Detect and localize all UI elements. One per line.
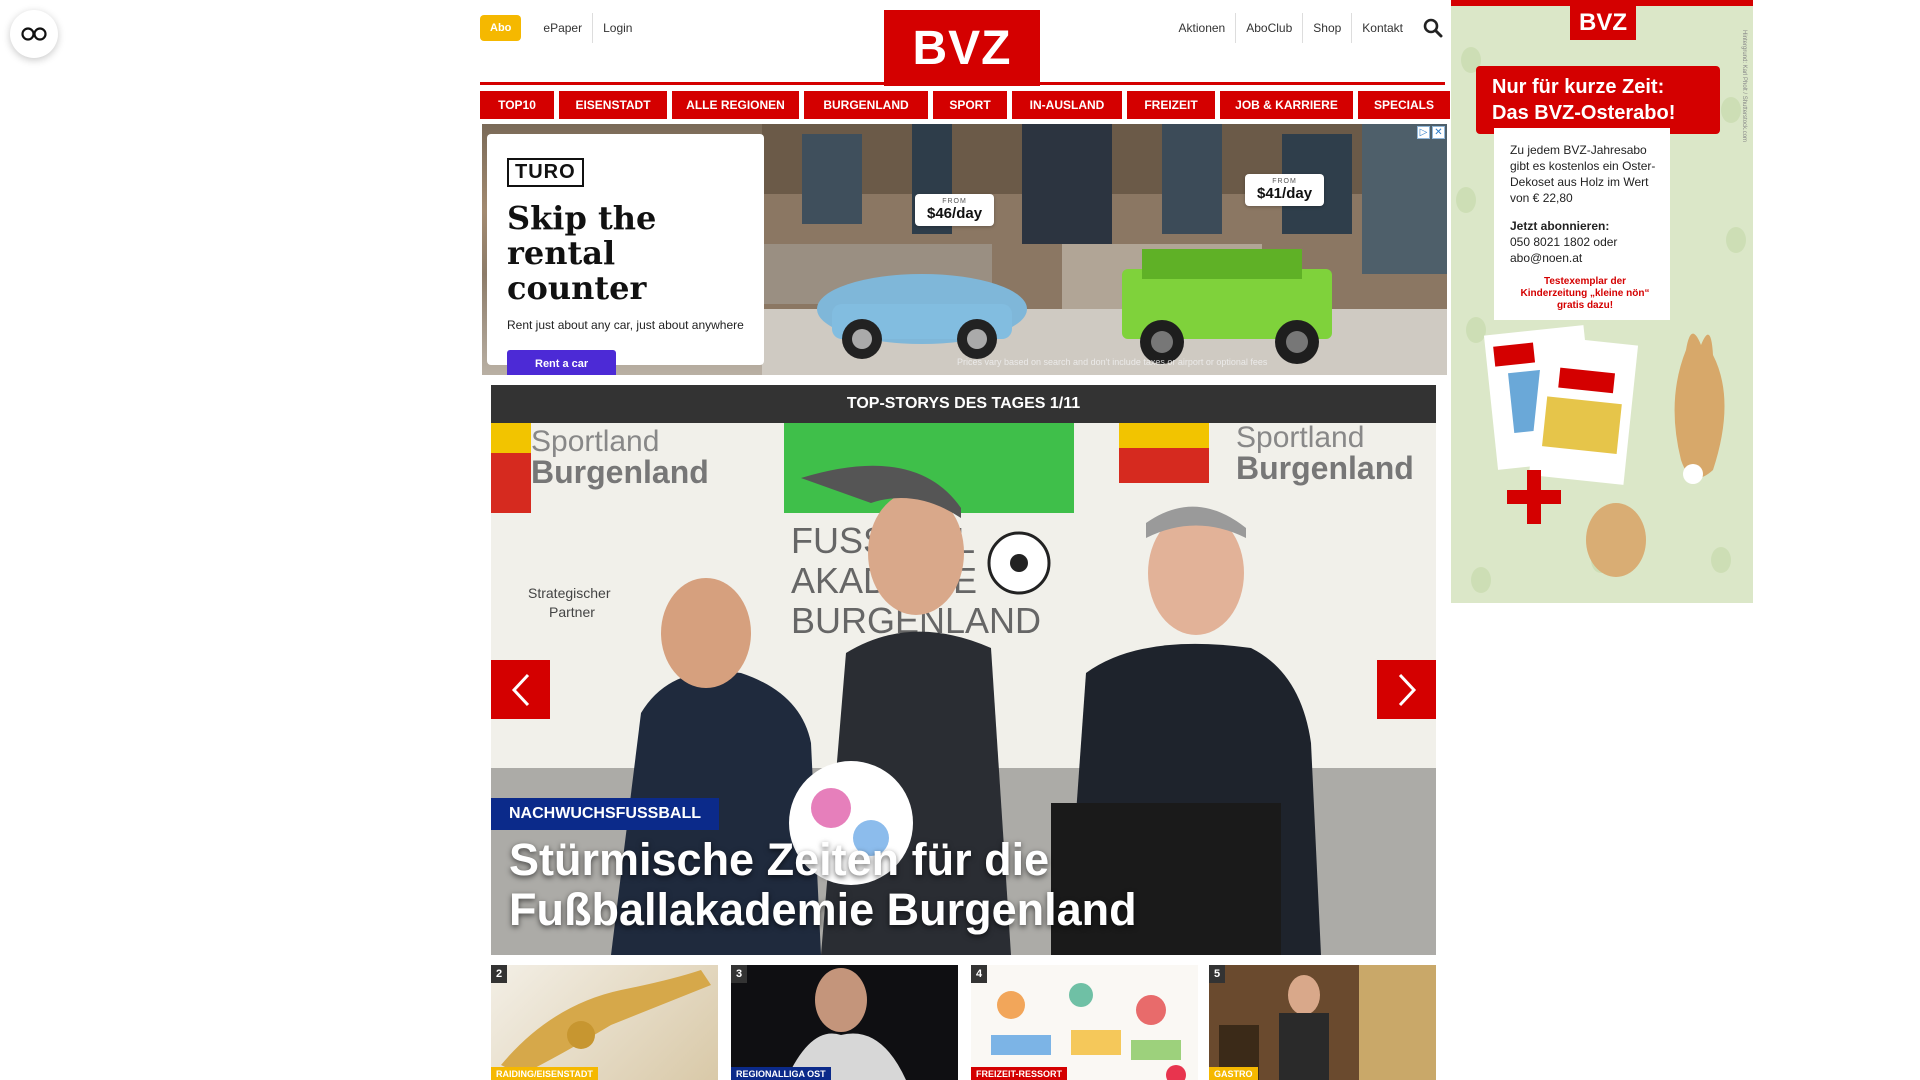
story-thumbnails: 2 RAIDING/EISENSTADT 3 REGIONALLIGA OST … bbox=[491, 965, 1436, 1080]
story-thumb-2[interactable]: 2 RAIDING/EISENSTADT bbox=[491, 965, 718, 1080]
ad-disclaimer: Prices vary based on search and don't in… bbox=[957, 357, 1268, 367]
login-link[interactable]: Login bbox=[592, 13, 642, 43]
turo-ad-banner[interactable]: TURO Skip the rental counter Rent just a… bbox=[482, 124, 1447, 375]
aktionen-link[interactable]: Aktionen bbox=[1169, 13, 1236, 43]
svg-text:Burgenland: Burgenland bbox=[1236, 450, 1414, 486]
nav-item-sport[interactable]: SPORT bbox=[933, 91, 1007, 119]
side-ad-logo: BVZ bbox=[1570, 6, 1636, 40]
thumb-number: 3 bbox=[731, 965, 747, 983]
adchoices-icon[interactable]: ▷ bbox=[1417, 126, 1430, 139]
nav-item-freizeit[interactable]: FREIZEIT bbox=[1127, 91, 1215, 119]
story-thumb-5[interactable]: 5 GASTRO bbox=[1209, 965, 1436, 1080]
close-ad-icon[interactable]: ✕ bbox=[1432, 126, 1445, 139]
epaper-link[interactable]: ePaper bbox=[533, 13, 592, 43]
ad-headline: Skip the rental counter bbox=[507, 199, 657, 307]
side-ad-promo: Testexemplar der Kinderzeitung „kleine n… bbox=[1520, 276, 1650, 311]
thumb-number: 4 bbox=[971, 965, 987, 983]
svg-text:Partner: Partner bbox=[549, 604, 595, 620]
side-ad-contact[interactable]: 050 8021 1802 oder abo@noen.at bbox=[1510, 234, 1660, 266]
nav-item-alle-regionen[interactable]: ALLE REGIONEN bbox=[672, 91, 799, 119]
backdrop-text-left-2: Burgenland bbox=[531, 454, 709, 490]
thumb-tag: GASTRO bbox=[1209, 1067, 1258, 1080]
side-ad-card: Zu jedem BVZ-Jahresabo gibt es kostenlos… bbox=[1494, 128, 1670, 320]
thumb-number: 5 bbox=[1209, 965, 1225, 983]
story-thumb-3[interactable]: 3 REGIONALLIGA OST bbox=[731, 965, 958, 1080]
price-tag-jeep: FROM $41/day bbox=[1245, 174, 1325, 206]
thumb-number: 2 bbox=[491, 965, 507, 983]
nav-item-specials[interactable]: SPECIALS bbox=[1358, 91, 1450, 119]
chevron-right-icon bbox=[1398, 673, 1416, 706]
kontakt-link[interactable]: Kontakt bbox=[1351, 13, 1413, 43]
nav-item-eisenstadt[interactable]: EISENSTADT bbox=[559, 91, 667, 119]
price-amount: $41/day bbox=[1257, 185, 1313, 202]
ad-street-image bbox=[762, 124, 1447, 375]
utility-nav-right: Aktionen AboClub Shop Kontakt bbox=[1169, 12, 1445, 44]
side-ad-banner: Nur für kurze Zeit: Das BVZ-Osterabo! bbox=[1476, 66, 1720, 134]
featured-story[interactable]: Sportland Burgenland Sportland Burgenlan… bbox=[491, 423, 1436, 955]
abo-button[interactable]: Abo bbox=[480, 15, 522, 41]
top-stories-heading: TOP-STORYS DES TAGES 1/11 bbox=[491, 385, 1436, 423]
search-icon[interactable] bbox=[1421, 16, 1445, 40]
turo-logo: TURO bbox=[507, 158, 584, 187]
bvz-osterabo-ad[interactable]: BVZ Nur für kurze Zeit: Das BVZ-Osterabo… bbox=[1451, 0, 1753, 603]
thumb-tag: RAIDING/EISENSTADT bbox=[491, 1067, 598, 1080]
gastro-image bbox=[1209, 965, 1436, 1080]
thumb-tag: REGIONALLIGA OST bbox=[731, 1067, 831, 1080]
nav-item-burgenland[interactable]: BURGENLAND bbox=[804, 91, 928, 119]
rent-a-car-button[interactable]: Rent a car bbox=[507, 350, 617, 375]
header-divider bbox=[480, 82, 1445, 85]
price-amount: $46/day bbox=[927, 205, 983, 222]
nav-item-job-karriere[interactable]: JOB & KARRIERE bbox=[1220, 91, 1353, 119]
nav-item-top10[interactable]: TOP10 bbox=[480, 91, 554, 119]
nav-item-in-ausland[interactable]: IN-AUSLAND bbox=[1012, 91, 1122, 119]
adchoices[interactable]: ▷ ✕ bbox=[1417, 126, 1445, 139]
glasses-icon bbox=[21, 27, 47, 41]
side-ad-text: Zu jedem BVZ-Jahresabo gibt es kostenlos… bbox=[1510, 143, 1656, 205]
svg-text:Burgenland: Burgenland bbox=[531, 454, 709, 490]
logo-text: BVZ bbox=[912, 21, 1012, 75]
ad-subline: Rent just about any car, just about anyw… bbox=[507, 318, 744, 332]
backdrop-partner: Strategischer bbox=[528, 585, 611, 601]
backdrop-partner-2: Partner bbox=[549, 604, 595, 620]
accessibility-button[interactable] bbox=[10, 10, 58, 58]
svg-text:Strategischer: Strategischer bbox=[528, 585, 611, 601]
player-image bbox=[786, 968, 906, 1080]
previous-story-button[interactable] bbox=[491, 660, 550, 719]
illustration-image bbox=[991, 983, 1186, 1080]
trumpet-image bbox=[501, 970, 711, 1075]
shop-link[interactable]: Shop bbox=[1302, 13, 1351, 43]
price-tag-beetle: FROM $46/day bbox=[915, 194, 995, 226]
backdrop-text-right-2: Burgenland bbox=[1236, 450, 1414, 486]
ad-card: TURO Skip the rental counter Rent just a… bbox=[487, 134, 764, 375]
story-kicker[interactable]: NACHWUCHSFUSSBALL bbox=[491, 798, 719, 830]
thumb-tag: FREIZEIT-RESSORT bbox=[971, 1067, 1068, 1080]
aboclub-link[interactable]: AboClub bbox=[1235, 13, 1302, 43]
side-ad-subscribe-label: Jetzt abonnieren: bbox=[1510, 219, 1610, 233]
site-header: Abo ePaper Login BVZ Aktionen AboClub Sh… bbox=[480, 0, 1445, 86]
price-from-label: FROM bbox=[942, 198, 967, 205]
next-story-button[interactable] bbox=[1377, 660, 1436, 719]
story-thumb-4[interactable]: 4 FREIZEIT-RESSORT bbox=[971, 965, 1198, 1080]
story-title[interactable]: Stürmische Zeiten für die Fußballakademi… bbox=[509, 835, 1409, 935]
utility-nav-left: Abo ePaper Login bbox=[480, 13, 642, 43]
side-ad-copyright: Hintergrund: Karl Pholt / Shutterstock.c… bbox=[1741, 30, 1747, 143]
main-nav: TOP10 EISENSTADT ALLE REGIONEN BURGENLAN… bbox=[480, 91, 1450, 119]
bvz-logo[interactable]: BVZ bbox=[884, 10, 1040, 86]
price-from-label: FROM bbox=[1272, 178, 1297, 185]
chevron-left-icon bbox=[511, 673, 529, 706]
